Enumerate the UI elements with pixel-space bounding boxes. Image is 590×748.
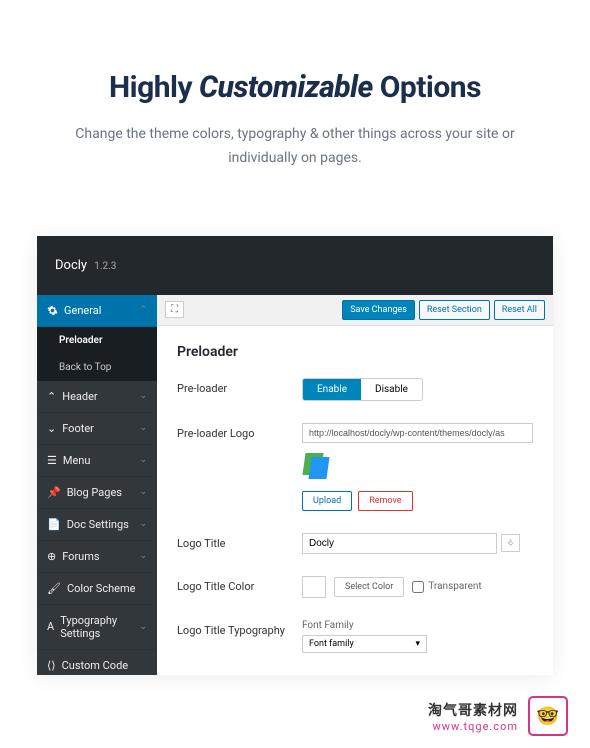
mascot-icon: 🤓 — [528, 696, 568, 736]
sidebar-sub-preloader[interactable]: Preloader — [37, 327, 157, 354]
admin-panel: Docly 1.2.3 General ⌃ Preloader Back to … — [37, 236, 553, 675]
section-heading: Preloader — [177, 344, 533, 360]
watermark: 淘气哥素材网 www.tqge.com 🤓 — [428, 696, 568, 736]
watermark-url: www.tqge.com — [428, 720, 518, 733]
preloader-toggle[interactable]: Enable Disable — [302, 378, 423, 401]
logo-color-label: Logo Title Color — [177, 576, 302, 593]
chevron-down-icon: ⌄ — [139, 519, 147, 529]
gear-icon — [47, 305, 58, 316]
font-family-label: Font Family — [302, 620, 533, 631]
transparent-checkbox[interactable]: Transparent — [412, 581, 481, 593]
code-icon: ⟨⟩ — [47, 659, 56, 672]
chevron-down-icon: ⌄ — [139, 622, 147, 632]
chevron-down-icon: ⌄ — [139, 551, 147, 561]
expand-icon[interactable]: ⛶ — [165, 301, 184, 318]
logo-typo-label: Logo Title Typography — [177, 620, 302, 637]
logo-preview — [302, 453, 330, 481]
chevron-up-icon: ⌃ — [47, 390, 56, 403]
select-color-button[interactable]: Select Color — [334, 577, 404, 597]
sidebar-sub-back-to-top[interactable]: Back to Top — [37, 354, 157, 381]
main-content: ⛶ Save Changes Reset Section Reset All P… — [157, 295, 553, 675]
disable-option[interactable]: Disable — [361, 379, 422, 400]
upload-button[interactable]: Upload — [302, 491, 352, 511]
chevron-down-icon: ⌄ — [139, 423, 147, 433]
logo-label: Pre-loader Logo — [177, 423, 302, 440]
reset-all-button[interactable]: Reset All — [494, 300, 545, 320]
chevron-down-icon: ⌄ — [139, 455, 147, 465]
sidebar-item-forums[interactable]: ⊕Forums ⌄ — [37, 541, 157, 573]
chevron-down-icon: ▾ — [415, 639, 420, 649]
sidebar-item-typography[interactable]: ATypography Settings ⌄ — [37, 605, 157, 650]
sidebar-item-custom[interactable]: ⟨⟩Custom Code — [37, 650, 157, 675]
logo-title-input[interactable] — [302, 533, 497, 554]
chevron-down-icon: ⌄ — [139, 487, 147, 497]
logo-url-input[interactable] — [302, 423, 533, 443]
color-swatch[interactable] — [302, 576, 326, 598]
forums-icon: ⊕ — [47, 550, 56, 563]
sidebar-item-general[interactable]: General ⌃ — [37, 295, 157, 327]
sidebar: General ⌃ Preloader Back to Top ⌃Header … — [37, 295, 157, 675]
sidebar-item-color[interactable]: 🖌Color Scheme — [37, 573, 157, 605]
titlebar: Docly 1.2.3 — [37, 236, 553, 295]
app-version: 1.2.3 — [94, 261, 116, 272]
chevron-down-icon: ⌄ — [47, 422, 56, 435]
document-icon: 📄 — [47, 518, 61, 531]
hero-section: Highly Customizable Options Change the t… — [0, 0, 590, 201]
save-button[interactable]: Save Changes — [342, 300, 415, 320]
chevron-down-icon: ⌄ — [139, 391, 147, 401]
brush-icon: 🖌 — [47, 582, 61, 595]
toolbar: ⛶ Save Changes Reset Section Reset All — [157, 295, 553, 326]
watermark-title: 淘气哥素材网 — [428, 700, 518, 720]
text-icon[interactable]: ⎀ — [501, 534, 520, 552]
preloader-label: Pre-loader — [177, 378, 302, 395]
app-name: Docly — [55, 258, 87, 273]
page-title: Highly Customizable Options — [40, 70, 550, 105]
remove-button[interactable]: Remove — [358, 491, 412, 511]
font-icon: A — [47, 620, 54, 633]
menu-icon: ☰ — [47, 454, 57, 467]
pin-icon: 📌 — [47, 486, 61, 499]
sidebar-item-menu[interactable]: ☰Menu ⌄ — [37, 445, 157, 477]
sidebar-item-doc[interactable]: 📄Doc Settings ⌄ — [37, 509, 157, 541]
sidebar-item-header[interactable]: ⌃Header ⌄ — [37, 381, 157, 413]
sidebar-item-footer[interactable]: ⌄Footer ⌄ — [37, 413, 157, 445]
sidebar-item-blog[interactable]: 📌Blog Pages ⌄ — [37, 477, 157, 509]
font-family-select[interactable]: Font family ▾ — [302, 635, 427, 653]
enable-option[interactable]: Enable — [303, 379, 361, 400]
chevron-up-icon: ⌃ — [139, 305, 147, 315]
logo-title-label: Logo Title — [177, 533, 302, 550]
reset-section-button[interactable]: Reset Section — [419, 300, 490, 320]
page-subtitle: Change the theme colors, typography & ot… — [40, 123, 550, 171]
